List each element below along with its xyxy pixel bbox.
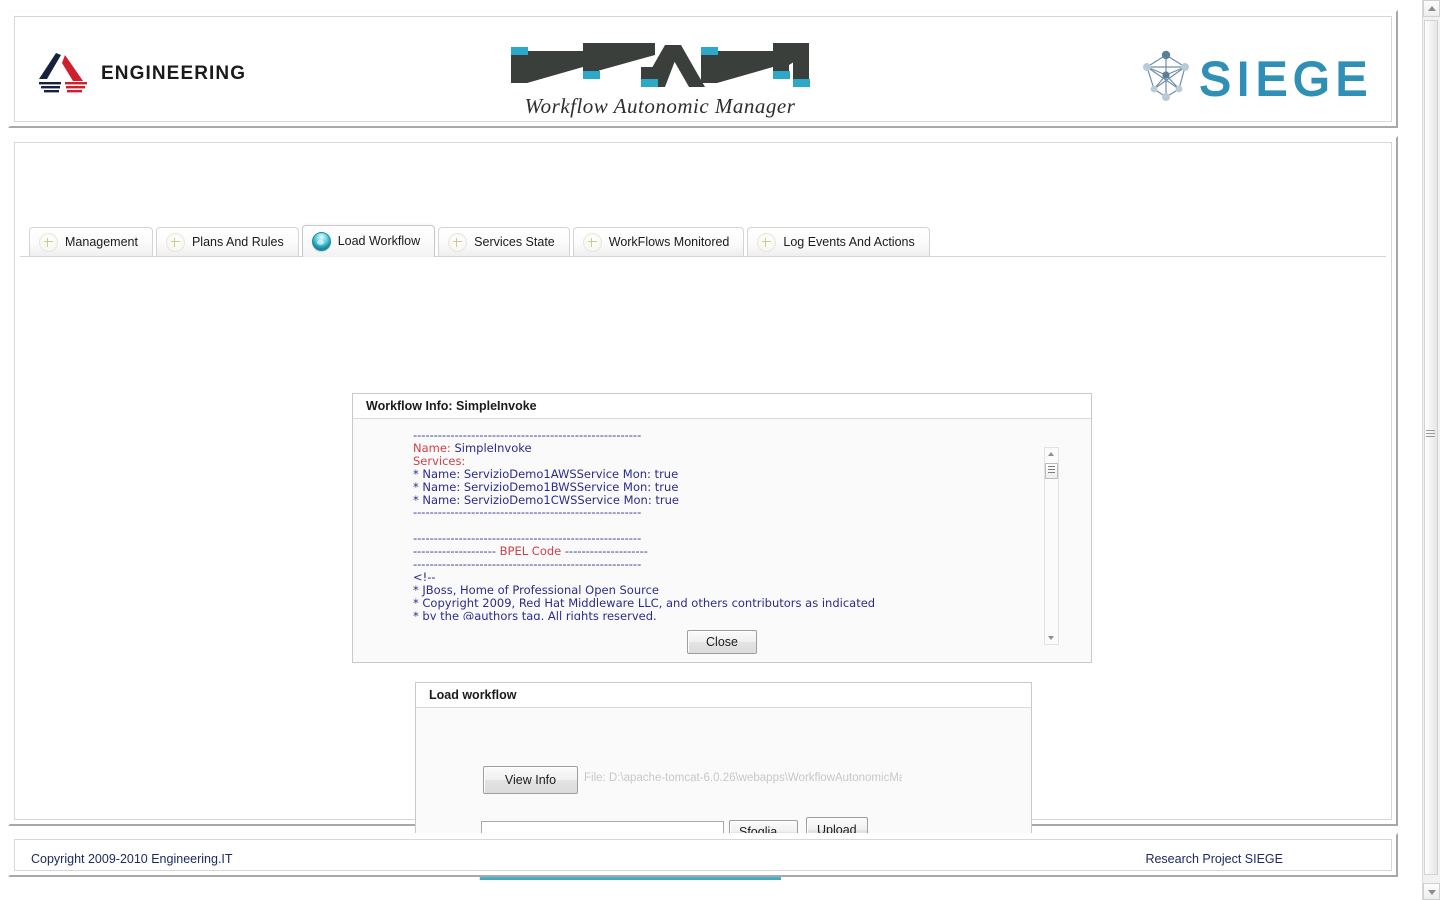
tab-label: Log Events And Actions <box>783 236 914 249</box>
tab-workflows-monitored[interactable]: WorkFlows Monitored <box>573 227 745 257</box>
footer-inner: Copyright 2009-2010 Engineering.IT Resea… <box>14 839 1392 871</box>
scrollbar-grip-icon <box>1426 430 1435 437</box>
workflow-info-line: * Name: ServizioDemo1BWSService Mon: tru… <box>413 481 1035 494</box>
workflow-info-text: ----------------------------------------… <box>413 429 1035 620</box>
header-banner: ENGINEERING <box>8 10 1398 128</box>
load-workflow-title: Load workflow <box>416 683 1031 708</box>
page-scroll-down-arrow-icon[interactable] <box>1423 883 1440 900</box>
wam-logo: Workflow Autonomic Manager <box>495 37 825 119</box>
scrollbar-thumb[interactable] <box>1045 463 1058 479</box>
workflow-info-panel: Workflow Info: SimpleInvoke ------------… <box>352 393 1092 663</box>
workflow-info-line: * Copyright 2009, Red Hat Middleware LLC… <box>413 597 1035 610</box>
page-scrollbar[interactable] <box>1422 0 1440 900</box>
scroll-down-arrow-icon[interactable] <box>1045 631 1058 644</box>
tab-content-area: Workflow Info: SimpleInvoke ------------… <box>20 256 1386 814</box>
workflow-info-line: * by the @authors tag. All rights reserv… <box>413 610 1035 620</box>
tab-plans-and-rules[interactable]: Plans And Rules <box>156 227 299 257</box>
plus-circle-icon <box>166 233 185 252</box>
workflow-info-title: Workflow Info: SimpleInvoke <box>353 394 1091 419</box>
main-panel-inner: Management Plans And Rules Load Workflow… <box>14 142 1392 820</box>
workflow-info-text-viewport: ----------------------------------------… <box>413 429 1035 620</box>
workflow-info-line: ----------------------------------------… <box>413 558 1035 571</box>
siege-network-icon <box>1135 45 1197 112</box>
view-info-button[interactable]: View Info <box>483 766 578 794</box>
main-panel: Management Plans And Rules Load Workflow… <box>8 136 1398 826</box>
close-button[interactable]: Close <box>687 630 757 654</box>
engineering-mark-icon <box>37 51 91 97</box>
tab-log-events-and-actions[interactable]: Log Events And Actions <box>747 227 929 257</box>
siege-logo: SIEGE <box>1135 45 1373 112</box>
wam-subtitle: Workflow Autonomic Manager <box>495 94 825 119</box>
engineering-wordmark: ENGINEERING <box>101 63 246 85</box>
scroll-up-arrow-icon[interactable] <box>1045 448 1058 461</box>
workflow-info-line: <!-- <box>413 571 1035 584</box>
copyright-text: Copyright 2009-2010 Engineering.IT <box>31 852 233 866</box>
workflow-info-scrollbar[interactable] <box>1044 447 1059 645</box>
plus-circle-icon <box>583 233 602 252</box>
workflow-info-line: ----------------------------------------… <box>413 506 1035 519</box>
tab-bar: Management Plans And Rules Load Workflow… <box>29 225 933 257</box>
research-project-text: Research Project SIEGE <box>1145 852 1283 866</box>
header-inner: ENGINEERING <box>14 16 1392 122</box>
tab-services-state[interactable]: Services State <box>438 227 570 257</box>
tab-label: Management <box>65 236 138 249</box>
plus-circle-icon <box>39 233 58 252</box>
page-scroll-up-arrow-icon[interactable] <box>1423 0 1440 17</box>
engineering-logo: ENGINEERING <box>37 51 246 97</box>
workflow-info-line: Services: <box>413 455 1035 468</box>
page-scrollbar-thumb[interactable] <box>1424 20 1438 875</box>
workflow-info-line: Name: SimpleInvoke <box>413 442 1035 455</box>
tab-management[interactable]: Management <box>29 227 153 257</box>
workflow-info-line: * JBoss, Home of Professional Open Sourc… <box>413 584 1035 597</box>
tab-label: Plans And Rules <box>192 236 284 249</box>
application-window: ENGINEERING <box>0 0 1440 900</box>
tab-label: WorkFlows Monitored <box>609 236 730 249</box>
tab-label: Services State <box>474 236 555 249</box>
tab-load-workflow[interactable]: Load Workflow <box>302 225 435 257</box>
file-path-label: File: D:\apache-tomcat-6.0.26\webapps\Wo… <box>584 768 902 788</box>
workflow-info-line: * Name: ServizioDemo1AWSService Mon: tru… <box>413 468 1035 481</box>
plus-circle-icon <box>757 233 776 252</box>
plus-circle-icon <box>448 233 467 252</box>
globe-icon <box>312 232 331 251</box>
tab-label: Load Workflow <box>338 235 420 248</box>
siege-wordmark: SIEGE <box>1199 51 1373 106</box>
workflow-info-body: ----------------------------------------… <box>353 419 1091 662</box>
footer-bar: Copyright 2009-2010 Engineering.IT Resea… <box>8 833 1398 877</box>
